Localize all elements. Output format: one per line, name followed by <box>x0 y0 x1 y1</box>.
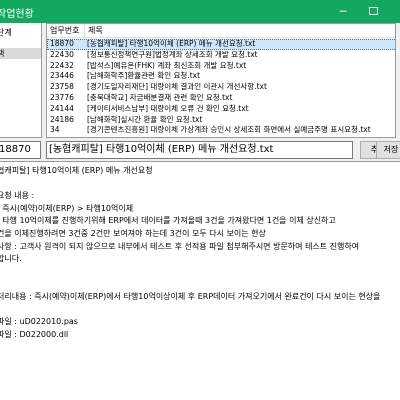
row-number: 18870 <box>50 39 74 48</box>
row-title: [밥석스]예유온(FHK) 계좌 최신조회 개발 요청.txt <box>87 60 247 70</box>
content-line: 파일 : uD022010.pas <box>0 317 78 327</box>
row-number: 24144 <box>50 103 74 113</box>
table-row[interactable]: 22432 [밥석스]예유온(FHK) 계좌 최신조회 개발 요청.txt <box>47 60 395 72</box>
content-line: 합니다. <box>0 254 22 264</box>
row-number: 22430 <box>50 49 74 59</box>
row-number: 24186 <box>50 114 74 124</box>
row-title: [케이티서비스남부] 대량이체 오류 건 확인 요청.txt <box>87 103 249 113</box>
row-number: 34 <box>50 125 60 135</box>
table-row[interactable]: 34 [경기콘텐츠진흥원] 대량이체 가상계좌 승인시 상세조회 화면에서 실예금… <box>47 125 395 136</box>
subject-field[interactable]: [농협캐피탈] 타행10억이체 (ERP) 메뉴 개선요청.txt <box>46 141 353 159</box>
category-list[interactable]: 단계책 <box>0 23 42 138</box>
category-item[interactable]: 단계 <box>0 27 12 38</box>
content-line: 건을 이체진행하려면 3건중 2건만 보여져야 하는데 3건이 모두 다시 보이… <box>0 229 266 238</box>
maximize-icon <box>368 7 378 15</box>
table-row[interactable]: 22430 [청보통신정책연구원]법정계좌 상세조회 개발 요청.txt <box>47 49 395 61</box>
list-header: 업무번호 제목 <box>47 24 395 38</box>
table-row[interactable]: 23446 [남해화학주]환율관련 확인 요청.txt <box>47 71 395 82</box>
content-line: 파일 : D022000.dll <box>0 329 69 339</box>
table-row[interactable]: 24144 [케이티서비스남부] 대량이체 오류 건 확인 요청.txt <box>47 103 395 115</box>
edit-row: 18870 [농협캐피탈] 타행10억이체 (ERP) 메뉴 개선요청.txt … <box>0 141 400 159</box>
row-title: [농협캐피탈] 타행10억이체 (ERP) 메뉴 개선요청.txt <box>87 39 256 48</box>
column-header-number[interactable]: 업무번호 <box>47 24 85 38</box>
content-line: 요청 내용 : <box>0 191 35 201</box>
window-title: 작업현황 <box>0 9 34 20</box>
row-title: [경기도일자리재단] 대량이체 결과인 이관시 개선사항.txt <box>87 82 267 92</box>
row-number: 23776 <box>50 93 74 102</box>
save-button[interactable]: 저장 <box>376 141 400 159</box>
maximize-button[interactable] <box>358 0 388 23</box>
content-line: 처리내용 : 즉시(예약)이체(ERP)에서 타행10억이상이체 후 ERP데이… <box>0 292 381 301</box>
row-title: [남해화학]실시간 환율 확인 요청.txt <box>87 114 203 124</box>
title-bar: 작업현황 ─ <box>0 0 400 23</box>
table-row[interactable]: 23758 [경기도일자리재단] 대량이체 결과인 이관시 개선사항.txt <box>47 82 395 93</box>
minimize-button[interactable]: ─ <box>328 0 358 23</box>
row-number: 23758 <box>50 82 74 92</box>
row-title: [경기콘텐츠진흥원] 대량이체 가상계좌 승인시 상세조회 화면에서 실예금주명… <box>87 125 371 135</box>
category-item[interactable]: 책 <box>0 48 41 59</box>
column-header-title[interactable]: 제목 <box>85 24 395 38</box>
row-number: 22432 <box>50 60 74 70</box>
doc-number-field[interactable]: 18870 <box>0 141 41 159</box>
row-title: [남해화학주]환율관련 확인 요청.txt <box>87 71 201 81</box>
task-list[interactable]: 업무번호 제목 18870 [농협캐피탈] 타행10억이체 (ERP) 메뉴 개선… <box>46 23 396 138</box>
content-line: : 타행 10억이체를 진행하기위해 ERP에서 데이터를 가져올때 3건을 가… <box>0 216 336 226</box>
content-area[interactable]: 협캐피탈] 타행10억이체 (ERP) 메뉴 개선요청요청 내용 :: 즉시(예… <box>0 161 400 400</box>
table-row[interactable]: 23776 [충북대학교] 자금배분결재 관련 확인 요청.txt <box>47 93 395 104</box>
content-line: 사항 : 고객사 원격이 되지 않으므로 내부에서 테스트 후 선적용 파일 첨… <box>0 241 360 251</box>
row-number: 23446 <box>50 71 74 81</box>
table-row[interactable]: 24186 [남해화학]실시간 환율 확인 요청.txt <box>47 114 395 126</box>
row-title: [충북대학교] 자금배분결재 관련 확인 요청.txt <box>87 93 233 102</box>
table-row[interactable]: 18870 [농협캐피탈] 타행10억이체 (ERP) 메뉴 개선요청.txt <box>47 39 395 50</box>
row-title: [청보통신정책연구원]법정계좌 상세조회 개발 요청.txt <box>87 49 258 59</box>
content-line: : 즉시(예약)이체(ERP) > 타행10억이체 <box>0 203 134 213</box>
content-line: 협캐피탈] 타행10억이체 (ERP) 메뉴 개선요청 <box>0 166 153 175</box>
